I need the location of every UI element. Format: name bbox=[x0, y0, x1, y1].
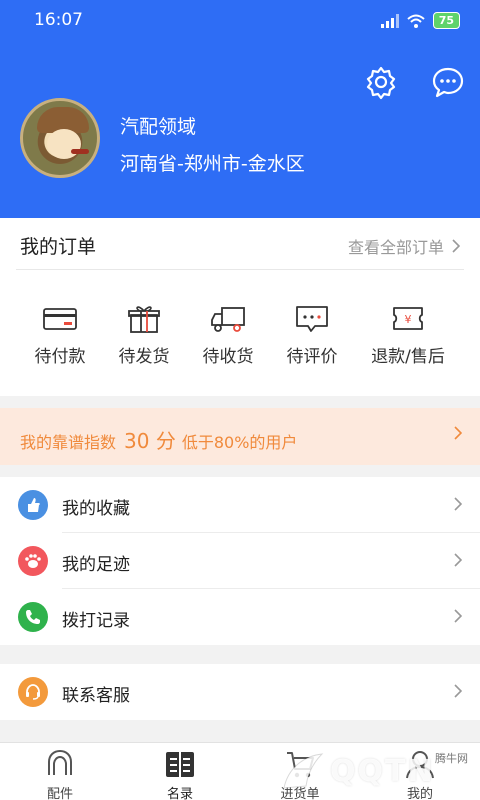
status-bar: 16:07 75 bbox=[0, 0, 480, 40]
order-refund[interactable]: ¥ 退款/售后 bbox=[360, 304, 456, 367]
truck-icon bbox=[211, 307, 245, 332]
menu-item-customer-service[interactable]: 联系客服 bbox=[0, 664, 480, 720]
battery-indicator: 75 bbox=[432, 12, 460, 29]
menu-label: 拨打记录 bbox=[62, 611, 130, 631]
refund-icon: ¥ bbox=[393, 307, 423, 330]
directory-icon bbox=[166, 752, 194, 777]
score-text: 我的靠谱指数 30 分低于80%的用户 bbox=[20, 425, 297, 454]
order-pending-receipt[interactable]: 待收货 bbox=[180, 304, 276, 367]
orders-card: 我的订单 查看全部订单 待付款 待发货 待收货 待评价 ¥ 退款/售后 bbox=[0, 218, 480, 396]
order-pending-shipment[interactable]: 待发货 bbox=[96, 304, 192, 367]
order-pending-review[interactable]: 待评价 bbox=[264, 304, 360, 367]
tab-label: 我的 bbox=[406, 787, 433, 800]
shop-name: 汽配领域 bbox=[120, 116, 197, 138]
favorite-icon bbox=[18, 490, 48, 520]
score-suffix: 低于80%的用户 bbox=[181, 433, 298, 452]
comment-icon bbox=[296, 306, 328, 332]
menu-label: 我的收藏 bbox=[62, 499, 130, 519]
chevron-right-icon bbox=[454, 609, 462, 623]
cart-icon bbox=[287, 752, 314, 778]
card-icon bbox=[43, 308, 77, 330]
menu-label: 我的足迹 bbox=[62, 555, 130, 575]
svg-text:¥: ¥ bbox=[405, 313, 412, 326]
status-time: 16:07 bbox=[34, 10, 83, 30]
menu-list: 我的收藏 我的足迹 拨打记录 bbox=[0, 477, 480, 645]
chevron-right-icon bbox=[454, 553, 462, 567]
orders-title: 我的订单 bbox=[20, 236, 97, 258]
avatar-pipe bbox=[71, 149, 89, 154]
score-value: 30 分 bbox=[124, 429, 176, 453]
wifi-icon bbox=[407, 14, 425, 28]
avatar[interactable] bbox=[20, 98, 100, 178]
view-all-orders-link[interactable]: 查看全部订单 bbox=[348, 234, 460, 258]
settings-gear-icon[interactable] bbox=[363, 64, 399, 100]
bottom-tab-bar: 配件 名录 进货单 我的 bbox=[0, 742, 480, 800]
chevron-right-icon bbox=[454, 497, 462, 511]
view-all-orders-label: 查看全部订单 bbox=[347, 238, 444, 257]
tab-label: 配件 bbox=[46, 787, 73, 800]
order-label: 待收货 bbox=[202, 347, 254, 367]
order-label: 待付款 bbox=[34, 347, 86, 367]
menu-item-call-log[interactable]: 拨打记录 bbox=[0, 589, 480, 645]
chevron-right-icon bbox=[454, 684, 462, 698]
reliability-score-banner[interactable]: 我的靠谱指数 30 分低于80%的用户 bbox=[0, 408, 480, 465]
shop-location: 河南省-郑州市-金水区 bbox=[120, 153, 305, 175]
tab-parts[interactable]: 配件 bbox=[0, 747, 120, 800]
menu-item-footprints[interactable]: 我的足迹 bbox=[0, 533, 480, 589]
footprint-icon bbox=[18, 546, 48, 576]
score-prefix: 我的靠谱指数 bbox=[20, 433, 117, 452]
message-icon[interactable] bbox=[430, 64, 466, 100]
tab-mine[interactable]: 我的 bbox=[360, 747, 480, 800]
order-pending-payment[interactable]: 待付款 bbox=[12, 304, 108, 367]
tab-label: 进货单 bbox=[280, 787, 320, 800]
profile-header: 16:07 75 汽配领域 河南省-郑州市-金水区 bbox=[0, 0, 480, 218]
parts-icon bbox=[48, 749, 72, 775]
headset-icon bbox=[18, 677, 48, 707]
divider bbox=[16, 269, 464, 270]
user-icon bbox=[406, 751, 434, 779]
avatar-face bbox=[47, 129, 81, 159]
chevron-right-icon bbox=[452, 239, 460, 253]
order-label: 待发货 bbox=[118, 347, 170, 367]
order-label: 待评价 bbox=[286, 347, 338, 367]
order-label: 退款/售后 bbox=[371, 347, 445, 367]
phone-icon bbox=[18, 602, 48, 632]
tab-cart[interactable]: 进货单 bbox=[240, 747, 360, 800]
signal-icon bbox=[380, 13, 399, 28]
tab-directory[interactable]: 名录 bbox=[120, 747, 240, 800]
status-icons: 75 bbox=[380, 12, 460, 29]
menu-item-favorites[interactable]: 我的收藏 bbox=[0, 477, 480, 533]
tab-label: 名录 bbox=[166, 787, 193, 800]
menu-label: 联系客服 bbox=[62, 686, 130, 706]
gift-icon bbox=[128, 306, 160, 333]
chevron-right-icon bbox=[454, 426, 462, 440]
